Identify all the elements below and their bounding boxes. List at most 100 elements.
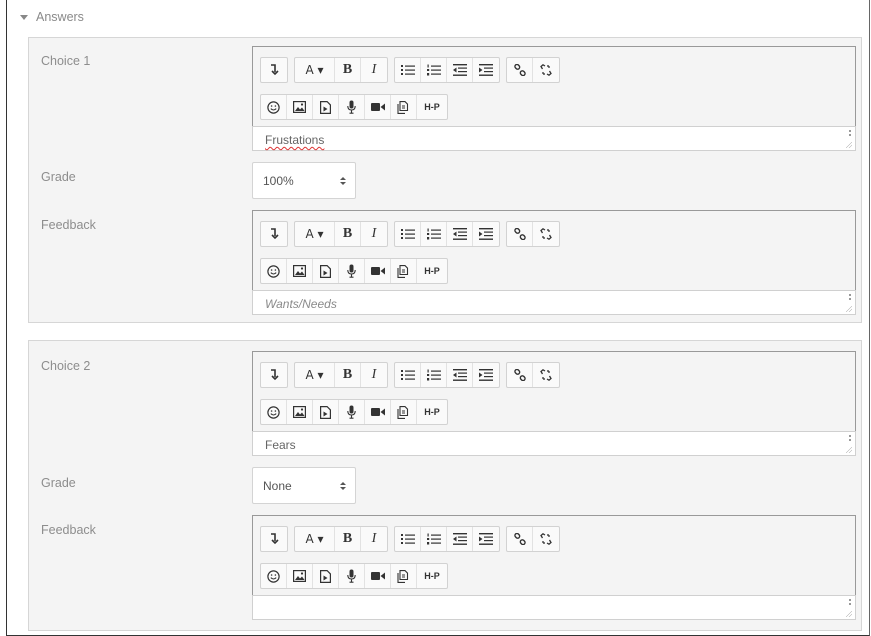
toolbar-group: A ▾ B I bbox=[294, 526, 388, 552]
record-audio-icon[interactable] bbox=[339, 259, 365, 283]
ordered-list-icon[interactable] bbox=[421, 58, 447, 82]
choice-2-label: Choice 2 bbox=[41, 359, 91, 373]
unlink-icon[interactable] bbox=[533, 58, 559, 82]
record-video-icon[interactable] bbox=[365, 564, 391, 588]
editor-toolbar: A ▾ B I H-P bbox=[252, 210, 856, 290]
collapse-icon[interactable] bbox=[261, 527, 287, 551]
record-video-icon[interactable] bbox=[365, 259, 391, 283]
italic-icon[interactable]: I bbox=[361, 58, 387, 82]
outdent-icon[interactable] bbox=[447, 222, 473, 246]
h5p-icon[interactable]: H-P bbox=[417, 259, 447, 283]
emoji-icon[interactable] bbox=[261, 564, 287, 588]
media-icon[interactable] bbox=[313, 259, 339, 283]
record-audio-icon[interactable] bbox=[339, 400, 365, 424]
image-icon[interactable] bbox=[287, 564, 313, 588]
ordered-list-icon[interactable] bbox=[421, 527, 447, 551]
indent-icon[interactable] bbox=[473, 58, 499, 82]
link-icon[interactable] bbox=[507, 363, 533, 387]
italic-icon[interactable]: I bbox=[361, 527, 387, 551]
font-color-icon[interactable]: A ▾ bbox=[295, 527, 335, 551]
manage-files-icon[interactable] bbox=[391, 95, 417, 119]
choice-2-feedback-editor: A ▾ B I H-P bbox=[252, 515, 856, 620]
outdent-icon[interactable] bbox=[447, 527, 473, 551]
font-color-icon[interactable]: A ▾ bbox=[295, 363, 335, 387]
unordered-list-icon[interactable] bbox=[395, 363, 421, 387]
resize-grip-icon[interactable] bbox=[846, 294, 852, 312]
grade-value: 100% bbox=[263, 173, 294, 188]
editor-toolbar: A ▾ B I H-P bbox=[252, 515, 856, 595]
unlink-icon[interactable] bbox=[533, 222, 559, 246]
collapse-icon[interactable] bbox=[261, 363, 287, 387]
record-audio-icon[interactable] bbox=[339, 95, 365, 119]
image-icon[interactable] bbox=[287, 400, 313, 424]
unordered-list-icon[interactable] bbox=[395, 222, 421, 246]
indent-icon[interactable] bbox=[473, 222, 499, 246]
unordered-list-icon[interactable] bbox=[395, 58, 421, 82]
answers-section-toggle[interactable]: Answers bbox=[20, 10, 84, 24]
choice-2-feedback-input[interactable] bbox=[252, 595, 856, 620]
media-icon[interactable] bbox=[313, 400, 339, 424]
toolbar-group bbox=[506, 57, 560, 83]
record-video-icon[interactable] bbox=[365, 95, 391, 119]
indent-icon[interactable] bbox=[473, 363, 499, 387]
media-icon[interactable] bbox=[313, 95, 339, 119]
collapse-icon[interactable] bbox=[261, 58, 287, 82]
emoji-icon[interactable] bbox=[261, 259, 287, 283]
toolbar-group: A ▾ B I bbox=[294, 221, 388, 247]
toolbar-group bbox=[394, 526, 500, 552]
bold-icon[interactable]: B bbox=[335, 363, 361, 387]
choice-1-feedback-editor: A ▾ B I H-P Wants/Needs bbox=[252, 210, 856, 315]
feedback-text: Wants/Needs bbox=[265, 297, 337, 311]
font-color-icon[interactable]: A ▾ bbox=[295, 58, 335, 82]
feedback-label: Feedback bbox=[41, 523, 96, 537]
manage-files-icon[interactable] bbox=[391, 564, 417, 588]
image-icon[interactable] bbox=[287, 95, 313, 119]
link-icon[interactable] bbox=[507, 58, 533, 82]
choice-2-grade-select[interactable]: None bbox=[252, 467, 356, 504]
resize-grip-icon[interactable] bbox=[846, 435, 852, 453]
bold-icon[interactable]: B bbox=[335, 222, 361, 246]
ordered-list-icon[interactable] bbox=[421, 363, 447, 387]
grade-label: Grade bbox=[41, 476, 76, 490]
h5p-icon[interactable]: H-P bbox=[417, 400, 447, 424]
resize-grip-icon[interactable] bbox=[846, 599, 852, 617]
unlink-icon[interactable] bbox=[533, 527, 559, 551]
h5p-icon[interactable]: H-P bbox=[417, 564, 447, 588]
image-icon[interactable] bbox=[287, 259, 313, 283]
emoji-icon[interactable] bbox=[261, 95, 287, 119]
outdent-icon[interactable] bbox=[447, 363, 473, 387]
toolbar-group bbox=[394, 362, 500, 388]
manage-files-icon[interactable] bbox=[391, 259, 417, 283]
link-icon[interactable] bbox=[507, 222, 533, 246]
choice-1-label: Choice 1 bbox=[41, 54, 91, 68]
choice-2-editor: A ▾ B I H-P Fears bbox=[252, 351, 856, 456]
manage-files-icon[interactable] bbox=[391, 400, 417, 424]
choice-1-grade-select[interactable]: 100% bbox=[252, 162, 356, 199]
italic-icon[interactable]: I bbox=[361, 222, 387, 246]
ordered-list-icon[interactable] bbox=[421, 222, 447, 246]
toolbar-row-1: A ▾ B I bbox=[260, 526, 560, 552]
bold-icon[interactable]: B bbox=[335, 58, 361, 82]
editor-toolbar: A ▾ B I H-P bbox=[252, 351, 856, 431]
h5p-icon[interactable]: H-P bbox=[417, 95, 447, 119]
choice-1-answer-input[interactable]: Frustations bbox=[252, 126, 856, 151]
toolbar-row-2: H-P bbox=[260, 399, 448, 425]
record-audio-icon[interactable] bbox=[339, 564, 365, 588]
collapse-icon[interactable] bbox=[261, 222, 287, 246]
choice-1-feedback-input[interactable]: Wants/Needs bbox=[252, 290, 856, 315]
media-icon[interactable] bbox=[313, 564, 339, 588]
toolbar-group bbox=[260, 221, 288, 247]
bold-icon[interactable]: B bbox=[335, 527, 361, 551]
italic-icon[interactable]: I bbox=[361, 363, 387, 387]
emoji-icon[interactable] bbox=[261, 400, 287, 424]
unlink-icon[interactable] bbox=[533, 363, 559, 387]
font-color-icon[interactable]: A ▾ bbox=[295, 222, 335, 246]
unordered-list-icon[interactable] bbox=[395, 527, 421, 551]
resize-grip-icon[interactable] bbox=[846, 130, 852, 148]
record-video-icon[interactable] bbox=[365, 400, 391, 424]
indent-icon[interactable] bbox=[473, 527, 499, 551]
choice-2-answer-input[interactable]: Fears bbox=[252, 431, 856, 456]
link-icon[interactable] bbox=[507, 527, 533, 551]
outdent-icon[interactable] bbox=[447, 58, 473, 82]
toolbar-group: H-P bbox=[260, 94, 448, 120]
